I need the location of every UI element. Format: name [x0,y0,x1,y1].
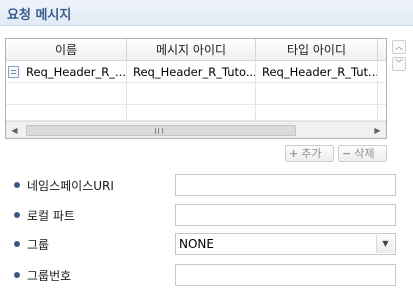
column-header-type-id[interactable]: 타입 아이디 [256,39,378,61]
section-header: 요청 메시지 [0,0,413,26]
plus-icon: + [289,147,299,160]
table-row[interactable]: Req_Header_R_... Req_Header_R_Tuto... Re… [6,61,386,83]
cell-name: Req_Header_R_... [6,61,127,83]
bullet-icon [14,241,20,247]
message-table[interactable]: 이름 메시지 아이디 타입 아이디 Req_Header_R_... Req_H… [5,38,387,139]
local-part-label: 로컬 파트 [27,209,75,223]
add-button-label: 추가 [301,147,322,160]
chevron-up-icon: ︿ [395,42,403,51]
bullet-icon [14,182,20,188]
bullet-icon [14,272,20,278]
form-row-local-part: 로컬 파트 [0,204,413,226]
move-up-button[interactable]: ︿ [392,40,406,54]
section-title: 요청 메시지 [7,8,72,23]
chevron-down-icon: ﹀ [395,59,403,68]
form-row-namespace-uri: 네임스페이스URI [0,174,413,196]
scrollbar-thumb[interactable] [26,125,296,136]
namespace-uri-label: 네임스페이스URI [27,179,114,193]
group-label: 그룹 [27,238,50,252]
namespace-uri-input[interactable] [175,174,396,196]
table-header: 이름 메시지 아이디 타입 아이디 [6,39,386,61]
scroll-left-icon[interactable]: ◀ [6,122,23,138]
delete-button-label: 삭제 [354,147,375,160]
minus-icon: − [342,147,352,160]
group-select-value: NONE [179,237,214,251]
table-row-empty [6,83,386,105]
cell-message-id: Req_Header_R_Tuto... [127,61,256,83]
move-down-button[interactable]: ﹀ [392,57,406,71]
group-number-label: 그룹번호 [27,269,72,283]
message-document-icon [8,66,19,78]
cell-name-text: Req_Header_R_... [26,65,126,79]
column-header-message-id[interactable]: 메시지 아이디 [127,39,256,61]
form-row-group: 그룹 NONE ▼ [0,233,413,255]
cell-type-id: Req_Header_R_Tut... [256,61,378,83]
group-select[interactable]: NONE ▼ [175,233,396,255]
dropdown-arrow-icon[interactable]: ▼ [376,235,394,253]
grip-icon [155,128,163,134]
table-row-empty [6,105,386,121]
form-row-group-number: 그룹번호 [0,264,413,286]
horizontal-scrollbar[interactable]: ◀ ▶ [6,121,386,138]
scroll-right-icon[interactable]: ▶ [369,122,386,138]
add-button[interactable]: + 추가 [285,145,334,162]
delete-button[interactable]: − 삭제 [338,145,387,162]
local-part-input[interactable] [175,204,396,226]
column-header-name[interactable]: 이름 [6,39,127,61]
group-number-input[interactable] [175,264,396,286]
bullet-icon [14,212,20,218]
